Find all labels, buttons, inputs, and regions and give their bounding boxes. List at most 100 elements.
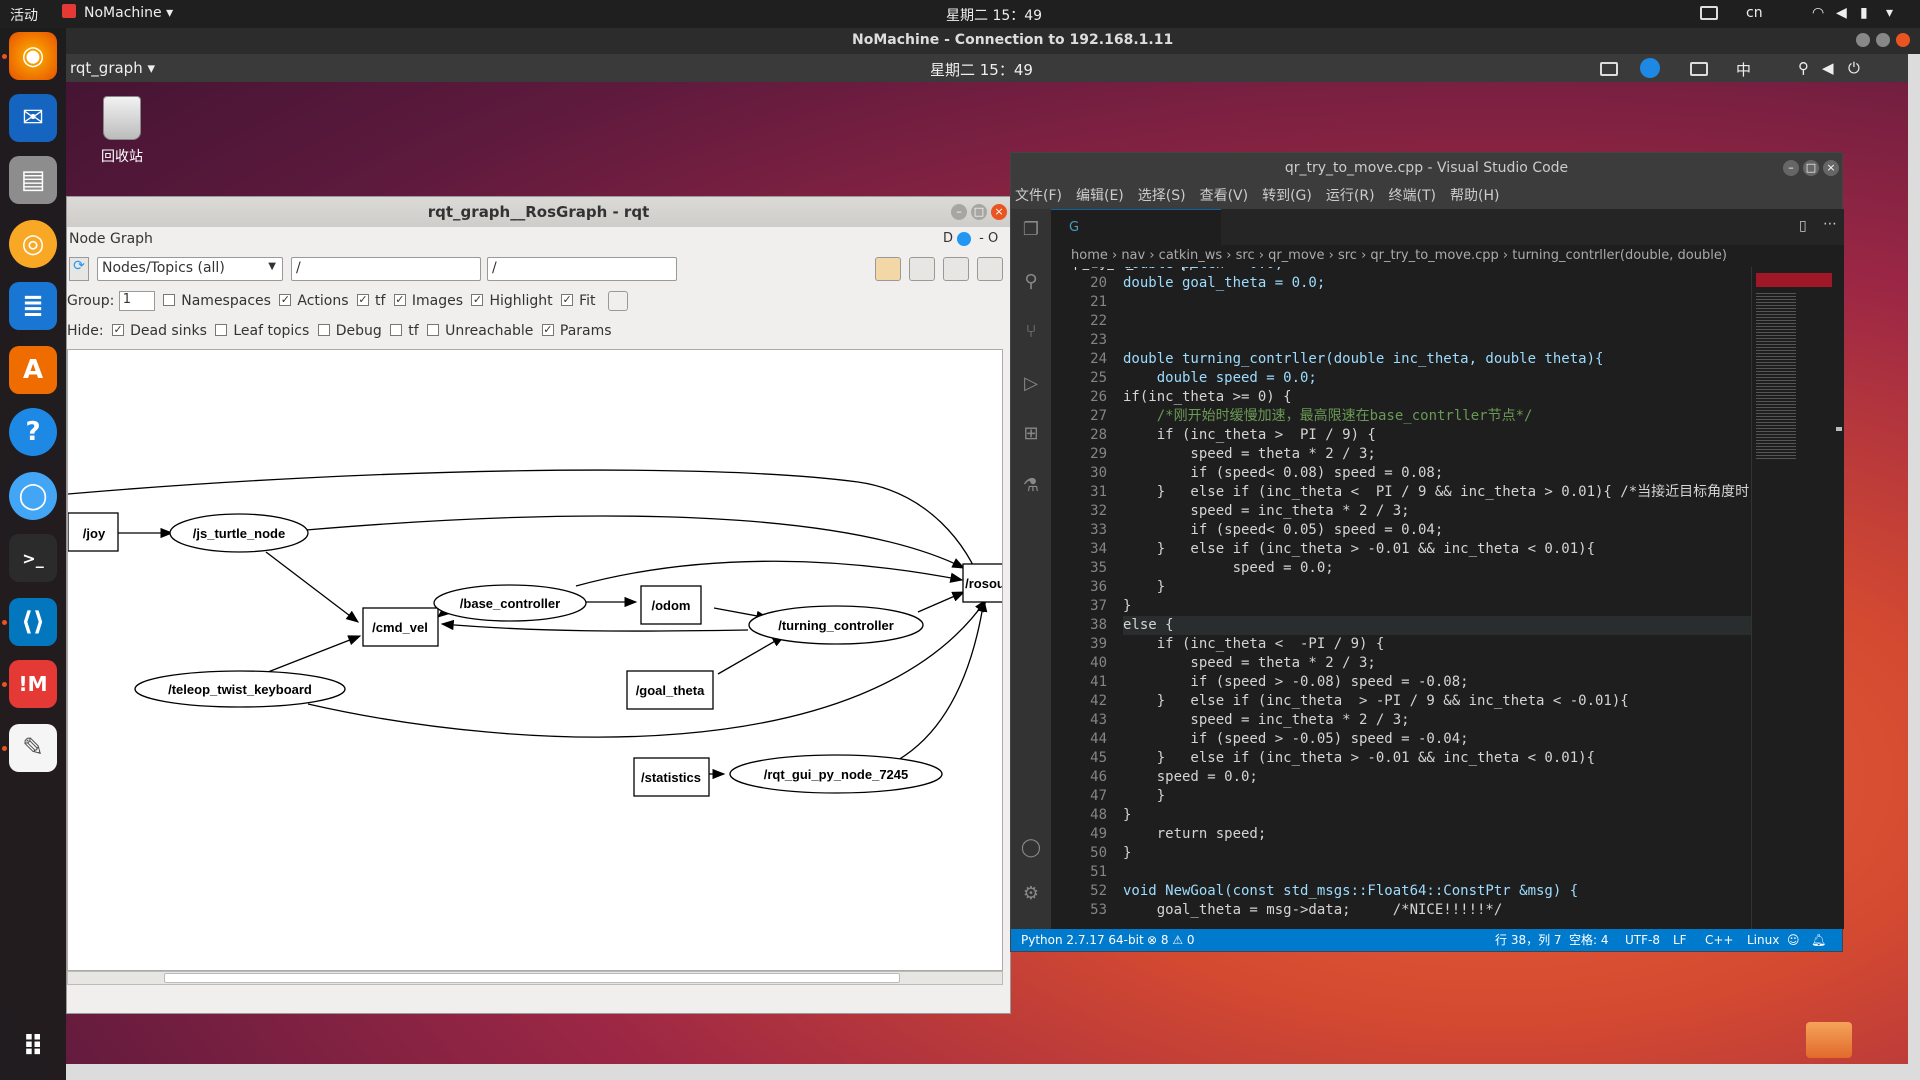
display-icon[interactable] — [1690, 59, 1708, 77]
minimize-button[interactable]: – — [951, 204, 967, 220]
menu-edit[interactable]: 编辑(E) — [1076, 183, 1124, 209]
fit-view-button[interactable] — [607, 291, 628, 311]
hide-tf-checkbox[interactable] — [390, 324, 403, 336]
text-editor-icon[interactable]: ✎ — [9, 724, 57, 772]
remote-vscroll[interactable] — [1908, 54, 1920, 1080]
eol[interactable]: LF — [1673, 929, 1687, 951]
minimize-icon[interactable] — [1856, 33, 1870, 51]
menu-view[interactable]: 查看(V) — [1200, 183, 1249, 209]
input-method-indicator[interactable]: 中 — [1736, 59, 1751, 80]
teamviewer-icon[interactable] — [1640, 58, 1660, 82]
nomachine-icon[interactable]: !M — [9, 660, 57, 708]
keyboard-icon[interactable] — [1600, 59, 1618, 77]
help-icon[interactable] — [957, 231, 972, 246]
volume-icon[interactable]: ◀ — [1836, 5, 1847, 21]
unreachable-checkbox[interactable] — [427, 324, 440, 336]
save-image-button[interactable] — [977, 257, 1003, 281]
bell-icon[interactable]: 🔔︎ — [1811, 929, 1826, 951]
topic-filter-input[interactable]: / — [487, 257, 677, 281]
keyboard-icon[interactable] — [1700, 5, 1718, 21]
maximize-icon[interactable] — [1876, 33, 1890, 51]
search-icon[interactable]: ⚲ — [1019, 271, 1043, 295]
writer-icon[interactable]: ≣ — [9, 282, 57, 330]
lang-indicator[interactable]: cn — [1746, 5, 1763, 21]
split-editor-icon[interactable]: ▯ — [1799, 218, 1807, 234]
menu-file[interactable]: 文件(F) — [1015, 183, 1062, 209]
close-icon[interactable] — [1896, 33, 1910, 51]
highlight-checkbox[interactable]: ✓ — [471, 294, 484, 306]
dead-sinks-checkbox[interactable]: ✓ — [112, 324, 125, 336]
group-spinbox[interactable]: 1 — [118, 291, 155, 311]
scroll-thumb[interactable] — [164, 973, 900, 983]
minimap[interactable] — [1751, 267, 1844, 929]
tf-checkbox[interactable]: ✓ — [356, 294, 369, 306]
breadcrumb[interactable]: home › nav › catkin_ws › src › qr_move ›… — [1051, 245, 1844, 267]
software-center-icon[interactable]: A — [9, 346, 57, 394]
show-apps-icon[interactable]: ⠿ — [9, 1022, 57, 1070]
view-mode-select[interactable]: Nodes/Topics (all) ▼ — [97, 257, 283, 281]
folder-icon[interactable] — [1806, 1022, 1852, 1058]
language-mode[interactable]: C++ — [1705, 929, 1734, 951]
load-dot-button[interactable] — [875, 257, 901, 281]
vscode-icon[interactable]: ⟨⟩ — [9, 598, 57, 646]
rqt-title-bar[interactable]: rqt_graph__RosGraph - rqt — [67, 197, 1010, 227]
rhythmbox-icon[interactable]: ◎ — [9, 220, 57, 268]
maximize-button[interactable]: □ — [1803, 160, 1819, 176]
os-label[interactable]: Linux — [1747, 929, 1779, 951]
minimize-button[interactable]: – — [1783, 160, 1799, 176]
explorer-icon[interactable]: ❐ — [1019, 219, 1043, 243]
actions-checkbox[interactable]: ✓ — [279, 294, 292, 306]
close-button[interactable]: × — [1823, 160, 1839, 176]
firefox-icon[interactable]: ◉ — [9, 32, 57, 80]
maximize-button[interactable]: □ — [971, 204, 987, 220]
debug-checkbox[interactable] — [317, 324, 330, 336]
menu-go[interactable]: 转到(G) — [1262, 183, 1312, 209]
save-svg-button[interactable] — [943, 257, 969, 281]
indentation[interactable]: 空格: 4 — [1569, 929, 1609, 951]
refresh-button[interactable]: ⟳ — [69, 257, 89, 281]
app-menu-nomachine[interactable]: NoMachine ▾ — [84, 5, 173, 21]
feedback-icon[interactable]: ☺ — [1787, 929, 1800, 951]
code-editor[interactable]: 19 double pitch = 0.0; 20 double goal_theta… — [1051, 267, 1751, 929]
menu-terminal[interactable]: 终端(T) — [1389, 183, 1436, 209]
trash-desktop-icon[interactable]: 回收站 — [92, 96, 152, 166]
params-checkbox[interactable]: ✓ — [541, 324, 554, 336]
encoding[interactable]: UTF-8 — [1625, 929, 1660, 951]
problems-count[interactable]: ⊗ 8 ⚠ 0 — [1147, 929, 1195, 951]
chromium-icon[interactable]: ◯ — [9, 472, 57, 520]
plugin-controls[interactable]: D - O — [943, 231, 998, 246]
graph-hscroll[interactable] — [67, 971, 1003, 985]
menu-selection[interactable]: 选择(S) — [1138, 183, 1186, 209]
host-clock[interactable]: 星期二 15：49 — [946, 5, 1042, 25]
node-filter-input[interactable]: / — [291, 257, 481, 281]
network-icon[interactable]: ⚲ — [1798, 59, 1809, 77]
wifi-icon[interactable]: ◠ — [1812, 5, 1824, 21]
leaf-topics-checkbox[interactable] — [215, 324, 228, 336]
remote-app-menu[interactable]: rqt_graph ▾ — [70, 59, 155, 77]
source-control-icon[interactable]: ⑂ — [1019, 321, 1043, 345]
power-icon[interactable]: ⏻ — [1848, 59, 1860, 77]
volume-icon[interactable]: ◀ — [1822, 59, 1834, 77]
battery-icon[interactable]: ▮ — [1860, 5, 1868, 21]
tab-editor-file[interactable]: G qr_try_to_move.cpp× — [1051, 209, 1221, 271]
files-icon[interactable]: ▤ — [9, 156, 57, 204]
remote-hscroll[interactable] — [66, 1064, 1908, 1080]
menu-help[interactable]: 帮助(H) — [1450, 183, 1499, 209]
testing-icon[interactable]: ⚗ — [1019, 475, 1043, 499]
extensions-icon[interactable]: ⊞ — [1019, 423, 1043, 447]
help-icon[interactable]: ? — [9, 408, 57, 456]
menu-run[interactable]: 运行(R) — [1326, 183, 1375, 209]
terminal-icon[interactable]: >_ — [9, 534, 57, 582]
graph-canvas[interactable]: /joy /js_turtle_node /cmd_vel /base_cont… — [67, 349, 1003, 971]
python-interpreter[interactable]: Python 2.7.17 64-bit — [1021, 929, 1144, 951]
run-debug-icon[interactable]: ▷ — [1019, 373, 1043, 397]
save-dot-button[interactable] — [909, 257, 935, 281]
thunderbird-icon[interactable]: ✉ — [9, 94, 57, 142]
remote-clock[interactable]: 星期二 15：49 — [930, 59, 1033, 80]
chevron-down-icon[interactable]: ▾ — [1886, 5, 1893, 21]
cursor-position[interactable]: 行 38，列 7 — [1495, 929, 1562, 951]
gear-icon[interactable]: ⚙ — [1019, 883, 1043, 907]
images-checkbox[interactable]: ✓ — [393, 294, 406, 306]
more-actions-icon[interactable]: ⋯ — [1823, 216, 1837, 232]
activities-button[interactable]: 活动 — [10, 5, 38, 25]
